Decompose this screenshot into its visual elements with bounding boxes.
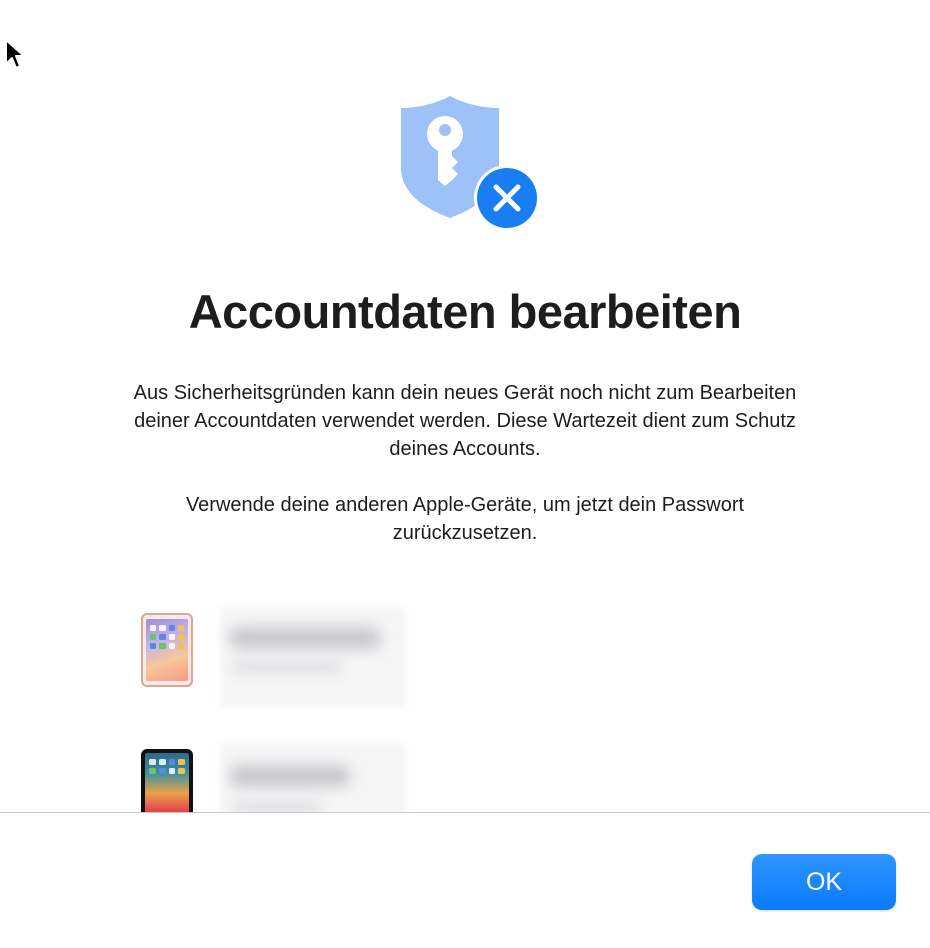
security-message: Aus Sicherheitsgründen kann dein neues G… [133,382,797,460]
device-name-redacted [230,627,380,649]
dialog-title: Accountdaten bearbeiten [188,285,742,338]
device-item[interactable] [0,743,930,812]
device-name-redacted [230,765,350,787]
device-list [0,585,930,812]
mouse-pointer-icon [5,39,25,69]
ok-button[interactable]: OK [752,854,896,910]
reset-password-message: Verwende deine anderen Apple-Geräte, um … [185,494,745,544]
dialog-window: Accountdaten bearbeiten Aus Sicherheitsg… [0,0,930,948]
device-item[interactable] [0,607,930,713]
footer-divider [0,812,930,813]
ipad-dark-icon [141,749,193,812]
device-model-redacted [232,801,322,812]
ipad-light-icon [141,613,193,687]
shield-key-x-icon [401,96,540,231]
device-model-redacted [232,661,342,673]
